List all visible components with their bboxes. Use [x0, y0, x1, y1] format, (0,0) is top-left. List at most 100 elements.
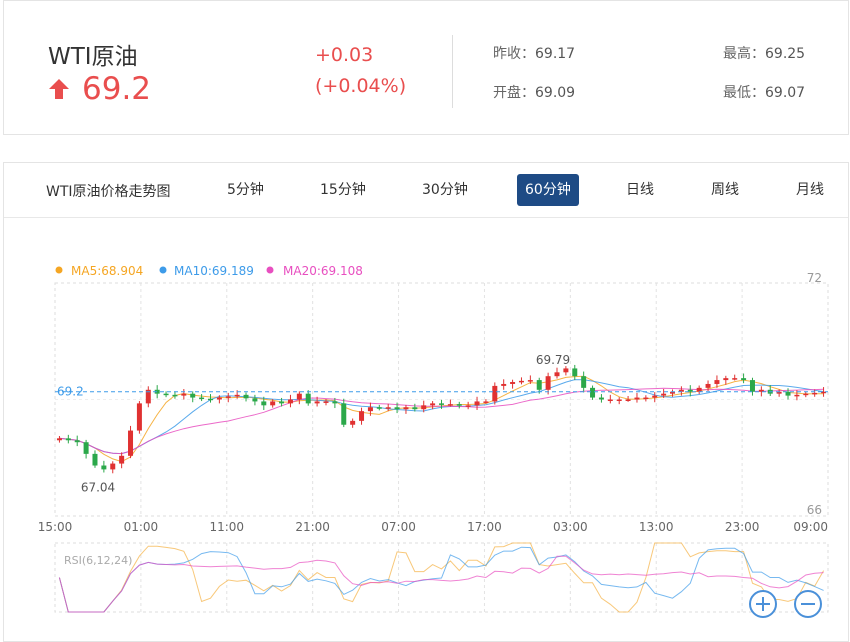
candle [474, 396, 480, 410]
candle-body [350, 420, 356, 425]
candle-body [243, 394, 249, 399]
candle-body [270, 401, 276, 406]
rsi12-line [58, 546, 824, 613]
candle-body [625, 399, 631, 401]
candle-body [652, 395, 658, 398]
candle [581, 371, 587, 393]
candle-body [501, 383, 507, 386]
candle-body [279, 401, 285, 404]
low-annotation: 67.04 [81, 481, 115, 495]
candle-body [439, 403, 444, 405]
candle-body [314, 401, 320, 404]
candle [749, 377, 755, 396]
ma20-line [59, 387, 824, 455]
candle [598, 394, 604, 403]
candle [643, 395, 649, 402]
candle-body [812, 392, 818, 395]
candle-body [510, 382, 516, 384]
candle-body [803, 393, 809, 396]
candle-body [163, 393, 169, 396]
candle [225, 392, 231, 403]
high-annotation: 69.79 [536, 353, 570, 367]
ma5-line [59, 375, 824, 463]
candle-body [207, 398, 213, 401]
ma-legend: MA5:68.904 MA10:69.189 MA20:69.108 [55, 264, 363, 278]
candle [181, 389, 187, 400]
candle [199, 394, 205, 402]
candle [74, 435, 80, 447]
price-chart[interactable]: MA5:68.904 MA10:69.189 MA20:69.108 72 66… [0, 0, 850, 639]
candle [83, 439, 89, 459]
x-tick-label: 11:00 [209, 520, 244, 534]
candle-body [216, 397, 222, 400]
candle [305, 390, 311, 406]
candle-body [741, 378, 747, 381]
candle-body [385, 407, 391, 409]
candle-body [332, 401, 338, 404]
candle-body [581, 376, 587, 388]
candle-body [172, 394, 178, 397]
candle-body [634, 397, 640, 400]
candle-body [732, 378, 738, 380]
candle-body [447, 404, 453, 406]
ma10-legend-dot [159, 266, 167, 274]
candles [56, 364, 827, 474]
ma5-legend-dot [55, 266, 63, 274]
candle-body [261, 401, 267, 406]
candle-body [492, 385, 498, 402]
rsi-panel [54, 542, 829, 613]
candle [101, 460, 107, 473]
candle-body [296, 393, 302, 400]
candle-body [101, 465, 107, 470]
x-tick-label: 07:00 [381, 520, 416, 534]
candle [243, 392, 249, 402]
x-tick-label: 15:00 [38, 520, 73, 534]
candle-body [305, 393, 311, 404]
candle-body [474, 401, 480, 406]
candle [732, 374, 738, 381]
candle [172, 391, 178, 399]
candle-body [598, 397, 604, 400]
candle [634, 392, 640, 403]
zoom-out-button[interactable] [794, 590, 822, 618]
x-tick-label: 03:00 [553, 520, 588, 534]
ma20-legend-dot [266, 266, 274, 274]
candle-body [527, 380, 533, 382]
candle [545, 372, 551, 395]
candle [350, 418, 356, 428]
candle [376, 404, 382, 411]
candle-body [190, 393, 196, 398]
candle-body [536, 380, 542, 390]
candle-body [723, 378, 729, 381]
candle-body [456, 404, 462, 406]
candle [119, 452, 125, 469]
candle-body [794, 394, 800, 397]
x-tick-label: 23:00 [725, 520, 760, 534]
candle-body [465, 405, 471, 407]
candle-body [65, 438, 71, 441]
candle-body [83, 442, 89, 454]
zoom-in-button[interactable] [749, 590, 777, 618]
ma10-legend: MA10:69.189 [174, 264, 254, 278]
candle-body [234, 394, 240, 397]
candle [616, 397, 622, 405]
candle [252, 394, 258, 406]
candle-body [545, 376, 551, 390]
candle-body [643, 397, 649, 400]
candle [590, 385, 596, 400]
candle-body [181, 393, 187, 396]
candle [501, 379, 507, 390]
candle-body [749, 380, 755, 392]
candle-body [785, 391, 791, 396]
rsi-label: RSI(6,12,24) [64, 554, 132, 567]
candle [447, 399, 453, 407]
candle-body [359, 411, 365, 421]
candle-body [92, 453, 98, 466]
candle-body [430, 403, 436, 406]
ma20-legend: MA20:69.108 [283, 264, 363, 278]
candle [696, 385, 702, 395]
candle [430, 401, 436, 410]
candle-body [199, 397, 205, 400]
candle-body [287, 399, 293, 404]
candle-body [696, 387, 702, 392]
